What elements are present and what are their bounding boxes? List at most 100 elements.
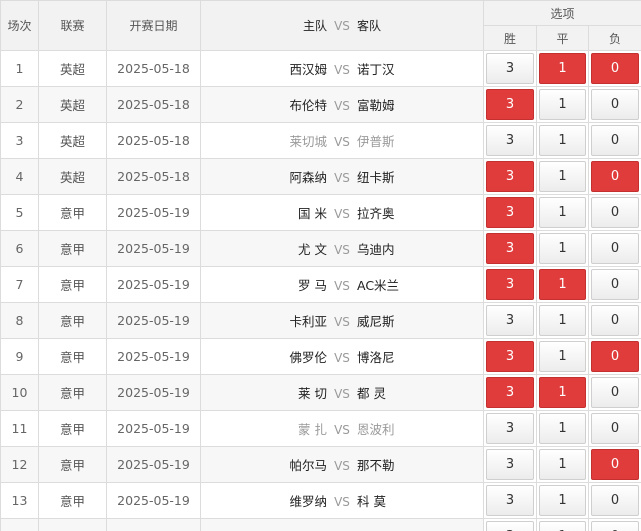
match-date: 2025-05-19 — [106, 410, 201, 447]
match-date: 2025-05-19 — [106, 302, 201, 339]
win-option-button[interactable]: 3 — [486, 485, 534, 516]
home-team: 厄斯特 — [241, 527, 327, 531]
draw-option-button[interactable]: 1 — [539, 233, 586, 264]
league-name: 意甲 — [38, 230, 107, 267]
win-option-button[interactable]: 3 — [486, 305, 534, 336]
lose-option-button[interactable]: 0 — [591, 521, 640, 531]
match-teams: 尤 文 VS 乌迪内 — [200, 230, 484, 267]
away-team: 伊普斯 — [357, 134, 395, 149]
win-option-button[interactable]: 3 — [486, 341, 534, 372]
match-date: 2025-05-19 — [106, 374, 201, 411]
header-win: 胜 — [483, 25, 537, 51]
win-option-button[interactable]: 3 — [486, 197, 534, 228]
win-option-cell: 3 — [483, 482, 537, 519]
home-team: 西汉姆 — [289, 62, 327, 77]
away-team: 拉齐奥 — [357, 206, 395, 221]
win-option-button[interactable]: 3 — [486, 269, 534, 300]
match-date: 2025-05-18 — [106, 50, 201, 87]
win-option-cell: 3 — [483, 158, 537, 195]
vs-label: VS — [334, 279, 350, 293]
home-team: 罗 马 — [298, 278, 327, 293]
match-date: 2025-05-19 — [106, 446, 201, 483]
draw-option-button[interactable]: 1 — [539, 413, 586, 444]
lose-option-button[interactable]: 0 — [591, 377, 640, 408]
lose-option-cell: 0 — [587, 338, 641, 375]
draw-option-cell: 1 — [536, 302, 589, 339]
match-index: 8 — [0, 302, 39, 339]
win-option-button[interactable]: 3 — [486, 125, 534, 156]
lose-option-button[interactable]: 0 — [591, 485, 640, 516]
draw-option-button[interactable]: 1 — [539, 89, 586, 120]
draw-option-button[interactable]: 1 — [539, 341, 586, 372]
home-team: 布伦特 — [289, 98, 327, 113]
table-row: 2 英超 2025-05-18 布伦特 VS 富勒姆 3 1 0 — [0, 86, 641, 123]
match-index: 10 — [0, 374, 39, 411]
lose-option-cell: 0 — [587, 86, 641, 123]
table-row: 13 意甲 2025-05-19 维罗纳 VS 科 莫 310 — [0, 482, 641, 519]
away-team: 纽卡斯 — [357, 170, 395, 185]
lose-option-button[interactable]: 0 — [591, 197, 640, 228]
draw-option-button[interactable]: 1 — [539, 53, 586, 84]
lose-option-button[interactable]: 0 — [591, 413, 640, 444]
draw-option-button[interactable]: 1 — [539, 521, 586, 531]
draw-option-button[interactable]: 1 — [539, 161, 586, 192]
win-option-cell: 3 — [483, 302, 537, 339]
table-header: 场次 联赛 开赛日期 主队 VS 客队 选项 胜 平 负 — [0, 0, 641, 51]
match-teams: 维罗纳 VS 科 莫 — [200, 482, 484, 519]
draw-option-cell: 1 — [536, 122, 589, 159]
win-option-button[interactable]: 3 — [486, 53, 534, 84]
league-name: 意甲 — [38, 194, 107, 231]
lottery-table-container: 场次 联赛 开赛日期 主队 VS 客队 选项 胜 平 负 1 英超 2025-05-18… — [0, 0, 641, 531]
lose-option-button[interactable]: 0 — [591, 341, 640, 372]
match-index: 14 — [0, 518, 39, 531]
header-lose: 负 — [587, 25, 641, 51]
match-index: 9 — [0, 338, 39, 375]
match-index: 2 — [0, 86, 39, 123]
match-index: 1 — [0, 50, 39, 87]
win-option-button[interactable]: 3 — [486, 521, 534, 531]
table-row: 11 意甲 2025-05-19 蒙 扎 VS 恩波利 3 1 0 — [0, 410, 641, 447]
match-date: 2025-05-19 — [106, 482, 201, 519]
win-option-button[interactable]: 3 — [486, 89, 534, 120]
win-option-button[interactable]: 3 — [486, 449, 534, 480]
away-team: 威尼斯 — [357, 314, 395, 329]
lose-option-button[interactable]: 0 — [591, 161, 640, 192]
home-team: 阿森纳 — [289, 170, 327, 185]
league-name: 意甲 — [38, 446, 107, 483]
draw-option-button[interactable]: 1 — [539, 305, 586, 336]
win-option-button[interactable]: 3 — [486, 413, 534, 444]
header-options: 选项 — [482, 0, 641, 26]
away-team: 博洛尼 — [357, 350, 395, 365]
header-index: 场次 — [0, 0, 39, 51]
lose-option-button[interactable]: 0 — [591, 305, 640, 336]
away-team: 富勒姆 — [357, 98, 395, 113]
draw-option-button[interactable]: 1 — [539, 485, 586, 516]
draw-option-button[interactable]: 1 — [539, 125, 586, 156]
table-row: 5 意甲 2025-05-19 国 米 VS 拉齐奥 3 1 0 — [0, 194, 641, 231]
lose-option-button[interactable]: 0 — [591, 89, 640, 120]
draw-option-cell: 1 — [536, 482, 589, 519]
lose-option-cell: 0 — [587, 302, 641, 339]
win-option-button[interactable]: 3 — [486, 161, 534, 192]
vs-label: VS — [334, 495, 350, 509]
win-option-button[interactable]: 3 — [486, 233, 534, 264]
lose-option-cell: 0 — [587, 266, 641, 303]
draw-option-button[interactable]: 1 — [539, 449, 586, 480]
win-option-cell: 3 — [483, 410, 537, 447]
match-date: 2025-05-19 — [106, 266, 201, 303]
table-row: 6 意甲 2025-05-19 尤 文 VS 乌迪内 3 1 0 — [0, 230, 641, 267]
league-name: 瑞超 — [38, 518, 107, 531]
lose-option-button[interactable]: 0 — [591, 53, 640, 84]
win-option-cell: 3 — [483, 338, 537, 375]
lose-option-button[interactable]: 0 — [591, 449, 640, 480]
lose-option-button[interactable]: 0 — [591, 269, 640, 300]
home-team: 卡利亚 — [289, 314, 327, 329]
draw-option-button[interactable]: 1 — [539, 269, 586, 300]
header-away: 客队 — [357, 19, 382, 33]
lose-option-button[interactable]: 0 — [591, 125, 640, 156]
draw-option-button[interactable]: 1 — [539, 197, 586, 228]
draw-option-cell: 1 — [536, 194, 589, 231]
win-option-button[interactable]: 3 — [486, 377, 534, 408]
draw-option-button[interactable]: 1 — [539, 377, 586, 408]
lose-option-button[interactable]: 0 — [591, 233, 640, 264]
